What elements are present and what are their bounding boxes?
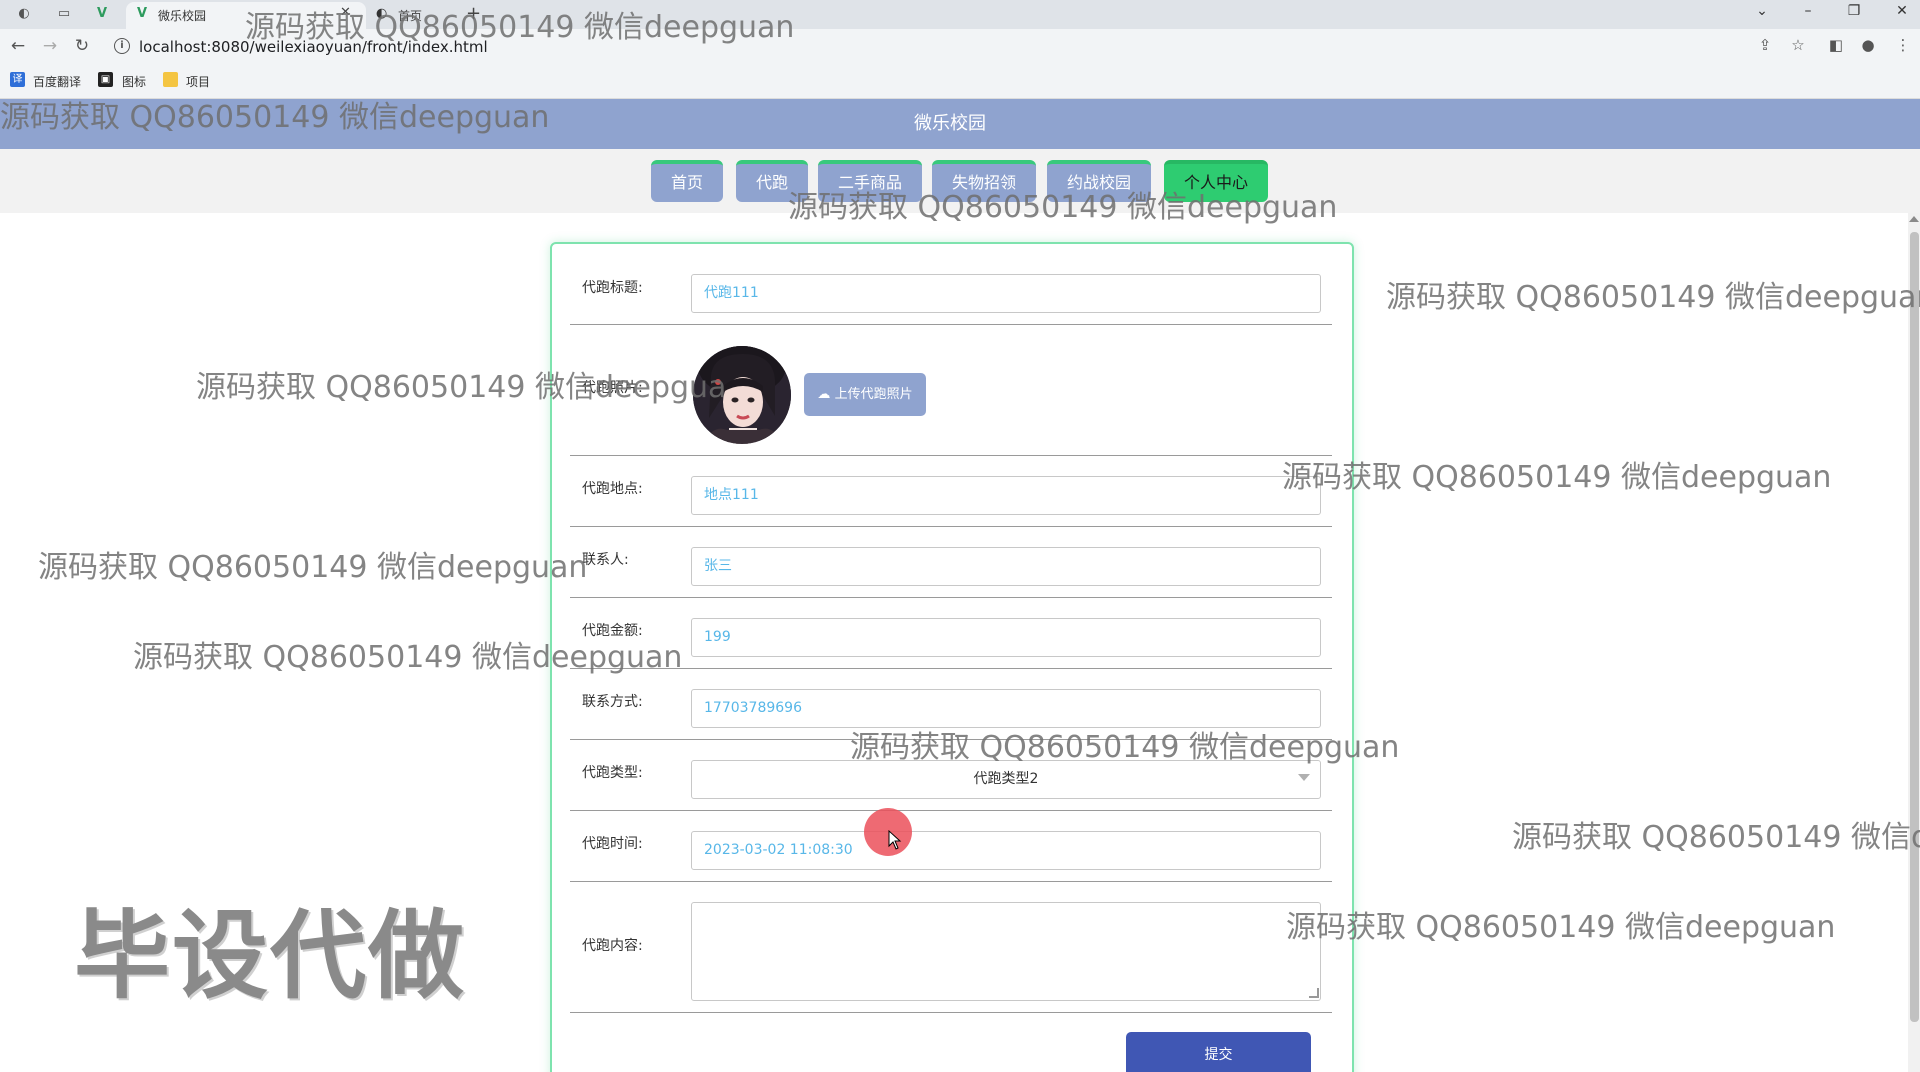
bookmark-icons[interactable]: 图标 xyxy=(122,73,146,90)
image-icon: ▣ xyxy=(98,72,113,87)
translate-icon: 译 xyxy=(10,72,25,87)
title-label: 代跑标题: xyxy=(582,280,643,296)
watermark-big: 毕设代做 xyxy=(74,900,466,1012)
row-divider xyxy=(570,597,1332,598)
bookmark-star-icon[interactable]: ☆ xyxy=(1788,36,1808,54)
site-info-icon[interactable]: i xyxy=(114,38,130,54)
scroll-up-icon[interactable] xyxy=(1909,216,1919,222)
more-menu-icon[interactable]: ⋮ xyxy=(1893,36,1913,54)
vue-icon[interactable]: V xyxy=(94,6,110,22)
bookmark-translate[interactable]: 百度翻译 xyxy=(33,73,81,90)
submit-button[interactable]: 提交 xyxy=(1126,1032,1311,1072)
row-divider xyxy=(570,455,1332,456)
upload-photo-label: 上传代跑照片 xyxy=(834,387,913,402)
row-divider xyxy=(570,324,1332,325)
reload-icon[interactable]: ↻ xyxy=(72,36,92,56)
upload-photo-button[interactable]: ☁ 上传代跑照片 xyxy=(804,373,926,416)
contact-method-label: 联系方式: xyxy=(582,694,643,710)
content-label: 代跑内容: xyxy=(582,938,643,954)
watermark: 源码获取 QQ86050149 微信deepguan xyxy=(133,640,683,675)
chevron-down-icon[interactable] xyxy=(1298,774,1310,781)
location-label: 代跑地点: xyxy=(582,481,643,497)
contact-person-input[interactable]: 张三 xyxy=(691,547,1321,586)
watermark: 源码获取 QQ86050149 微信deepguan xyxy=(1286,910,1836,945)
watermark: 源码获取 QQ86050149 微信d xyxy=(1512,820,1920,855)
browser-menu-icon[interactable]: ◐ xyxy=(16,6,32,22)
vue-tab-icon: V xyxy=(136,6,148,21)
watermark: 源码获取 QQ86050149 微信deepguan xyxy=(1282,460,1832,495)
watermark: 源码获取 QQ86050149 微信deepguan xyxy=(1386,280,1920,315)
content-textarea[interactable] xyxy=(691,902,1321,1001)
forward-icon[interactable]: → xyxy=(40,36,60,56)
close-window-icon[interactable]: ✕ xyxy=(1892,3,1912,19)
watermark: 源码获取 QQ86050149 微信deepguan xyxy=(38,550,588,585)
title-input[interactable]: 代跑111 xyxy=(691,274,1321,313)
watermark: 源码获取 QQ86050149 微信deepguan xyxy=(0,100,550,135)
sidepanel-icon[interactable]: ◧ xyxy=(1826,36,1846,54)
watermark: 源码获取 QQ86050149 微信deepgua xyxy=(196,370,727,405)
time-label: 代跑时间: xyxy=(582,836,643,852)
profile-icon[interactable]: ● xyxy=(1858,36,1878,54)
tab-search-icon[interactable]: ⌄ xyxy=(1752,3,1772,19)
row-divider xyxy=(570,668,1332,669)
tab-page-icon[interactable]: ▭ xyxy=(56,6,72,22)
minimize-icon[interactable]: – xyxy=(1798,3,1818,19)
watermark: 源码获取 QQ86050149 微信deepguan xyxy=(850,730,1400,765)
cloud-upload-icon: ☁ xyxy=(817,387,835,402)
resize-grip-icon[interactable] xyxy=(1309,988,1319,998)
type-label: 代跑类型: xyxy=(582,765,643,781)
bookmark-projects[interactable]: 项目 xyxy=(186,73,210,90)
amount-input[interactable]: 199 xyxy=(691,618,1321,657)
row-divider xyxy=(570,881,1332,882)
back-icon[interactable]: ← xyxy=(8,36,28,56)
time-input[interactable]: 2023-03-02 11:08:30 xyxy=(691,831,1321,870)
row-divider xyxy=(570,526,1332,527)
row-divider xyxy=(570,810,1332,811)
share-icon[interactable]: ⇪ xyxy=(1755,36,1775,54)
scroll-thumb[interactable] xyxy=(1910,232,1919,1022)
folder-icon xyxy=(163,72,178,87)
mouse-cursor-icon xyxy=(888,830,902,850)
watermark: 源码获取 QQ86050149 微信deepguan xyxy=(788,190,1338,225)
nav-home[interactable]: 首页 xyxy=(651,160,723,202)
watermark: 源码获取 QQ86050149 微信deepguan xyxy=(245,10,795,45)
tab-title[interactable]: 微乐校园 xyxy=(158,7,206,24)
restore-icon[interactable]: ❐ xyxy=(1844,3,1864,19)
contact-person-label: 联系人: xyxy=(582,552,629,568)
row-divider xyxy=(570,1012,1332,1013)
location-input[interactable]: 地点111 xyxy=(691,476,1321,515)
